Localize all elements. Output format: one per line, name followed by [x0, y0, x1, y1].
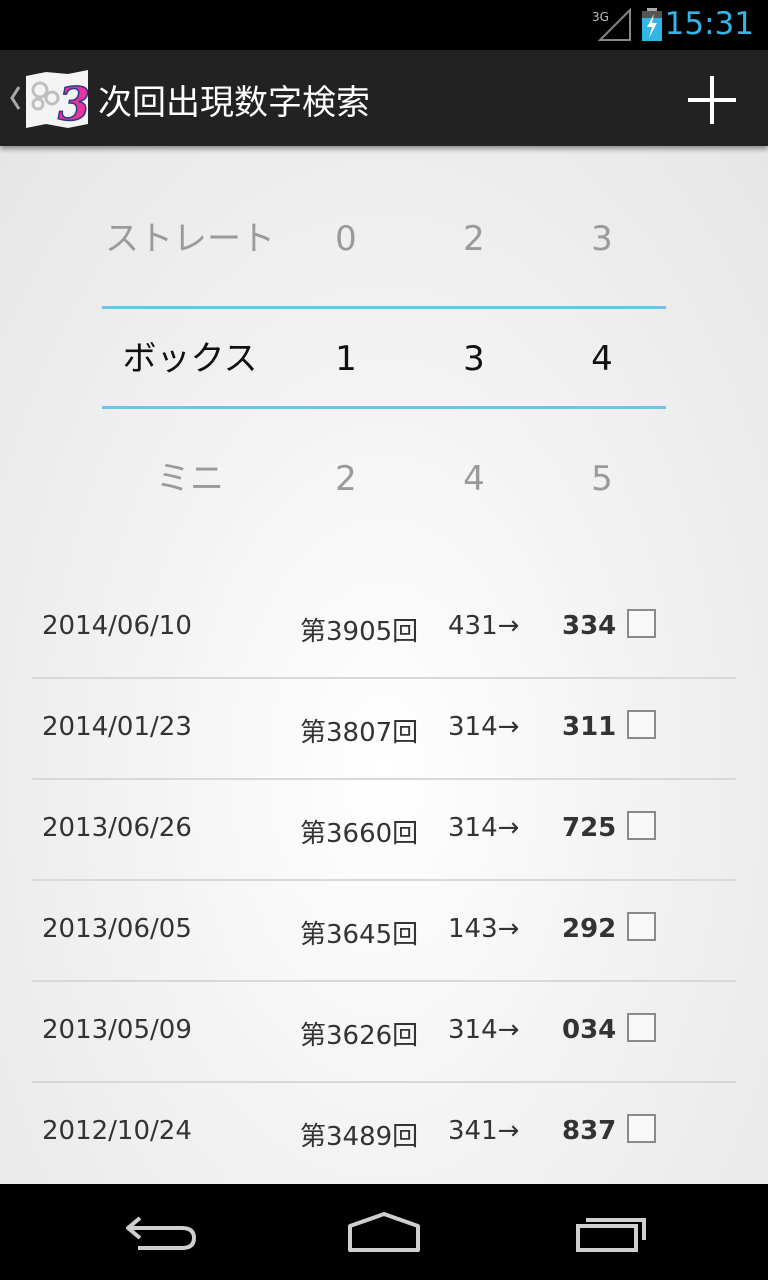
- row-checkbox[interactable]: [627, 1013, 656, 1042]
- draw-round: 第3905回: [300, 617, 419, 647]
- draw-round: 第3489回: [300, 1122, 419, 1152]
- row-checkbox[interactable]: [627, 912, 656, 941]
- picker-label: ミニ: [156, 459, 224, 499]
- draw-round: 第3660回: [300, 819, 419, 849]
- next-number: 292: [562, 914, 617, 944]
- network-type-label: 3G: [592, 10, 609, 24]
- picker-row-box[interactable]: ボックス 1 3 4: [0, 329, 768, 389]
- list-item[interactable]: 2013/06/05 第3645回 143→ 292: [32, 881, 736, 982]
- row-checkbox[interactable]: [627, 609, 656, 638]
- picker-row-mini[interactable]: ミニ 2 4 5: [0, 449, 768, 509]
- picker-digit: 1: [335, 339, 357, 379]
- next-number: 334: [562, 611, 617, 641]
- previous-number: 314→: [448, 712, 520, 742]
- draw-date: 2013/06/05: [42, 914, 192, 944]
- signal-3g-icon: 3G: [592, 8, 631, 41]
- next-number: 311: [562, 712, 617, 742]
- battery-charging-icon: [642, 8, 662, 41]
- picker-digit: 0: [335, 219, 357, 259]
- picker-digit: 4: [463, 459, 485, 499]
- picker-digit: 2: [335, 459, 357, 499]
- next-number: 034: [562, 1015, 617, 1045]
- previous-number: 143→: [448, 914, 520, 944]
- selection-divider-bottom: [102, 406, 666, 409]
- previous-number: 314→: [448, 1015, 520, 1045]
- main-content: ストレート 0 2 3 ボックス 1 3 4 ミニ 2 4 5 2014/06/…: [0, 146, 768, 1184]
- back-icon[interactable]: [110, 1208, 210, 1258]
- next-number: 725: [562, 813, 617, 843]
- row-checkbox[interactable]: [627, 811, 656, 840]
- up-caret-icon[interactable]: [8, 84, 22, 112]
- action-bar: 3 次回出現数字検索: [0, 50, 768, 146]
- next-number: 837: [562, 1116, 617, 1146]
- previous-number: 314→: [448, 813, 520, 843]
- picker-label: ストレート: [105, 219, 275, 259]
- results-list: 2014/06/10 第3905回 431→ 334 2014/01/23 第3…: [32, 578, 736, 1182]
- picker-digit: 4: [591, 339, 613, 379]
- draw-date: 2014/06/10: [42, 611, 192, 641]
- previous-number: 341→: [448, 1116, 520, 1146]
- logo-numeral: 3: [58, 77, 90, 131]
- clock: 15:31: [664, 6, 754, 42]
- app-logo-icon[interactable]: 3: [24, 66, 90, 132]
- draw-date: 2013/06/26: [42, 813, 192, 843]
- draw-round: 第3626回: [300, 1021, 419, 1051]
- picker-label: ボックス: [122, 339, 258, 379]
- picker-row-straight[interactable]: ストレート 0 2 3: [0, 209, 768, 269]
- list-item[interactable]: 2013/06/26 第3660回 314→ 725: [32, 780, 736, 881]
- navigation-bar: [0, 1184, 768, 1280]
- selection-divider-top: [102, 306, 666, 309]
- status-bar: 3G 15:31: [0, 0, 768, 50]
- plus-icon[interactable]: [684, 72, 740, 128]
- row-checkbox[interactable]: [627, 1114, 656, 1143]
- picker-digit: 2: [463, 219, 485, 259]
- list-item[interactable]: 2012/10/24 第3489回 341→ 837: [32, 1083, 736, 1182]
- picker-digit: 3: [463, 339, 485, 379]
- draw-round: 第3807回: [300, 718, 419, 748]
- draw-date: 2014/01/23: [42, 712, 192, 742]
- picker-digit: 5: [591, 459, 613, 499]
- picker-digit: 3: [591, 219, 613, 259]
- list-item[interactable]: 2013/05/09 第3626回 314→ 034: [32, 982, 736, 1083]
- draw-round: 第3645回: [300, 920, 419, 950]
- recent-apps-icon[interactable]: [560, 1208, 660, 1258]
- draw-date: 2012/10/24: [42, 1116, 192, 1146]
- draw-date: 2013/05/09: [42, 1015, 192, 1045]
- home-icon[interactable]: [334, 1208, 434, 1258]
- list-item[interactable]: 2014/01/23 第3807回 314→ 311: [32, 679, 736, 780]
- list-item[interactable]: 2014/06/10 第3905回 431→ 334: [32, 578, 736, 679]
- page-title: 次回出現数字検索: [98, 83, 370, 123]
- previous-number: 431→: [448, 611, 520, 641]
- row-checkbox[interactable]: [627, 710, 656, 739]
